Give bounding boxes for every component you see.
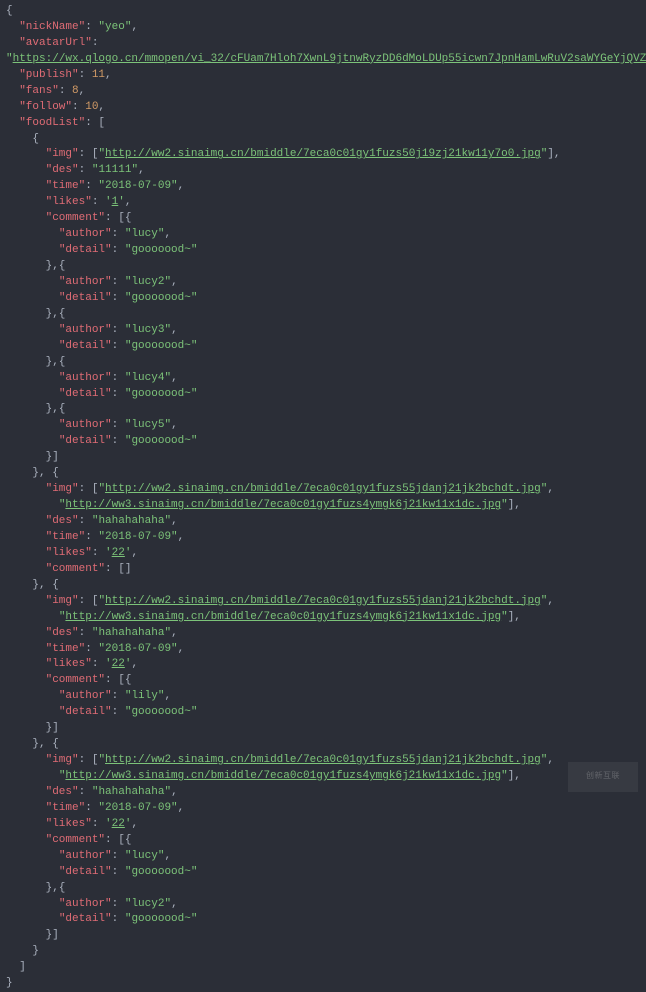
nickname-value: yeo [105, 21, 125, 33]
food3-img0-link[interactable]: http://ww2.sinaimg.cn/bmiddle/7eca0c01gy… [105, 754, 541, 766]
food2-img1-link[interactable]: http://ww3.sinaimg.cn/bmiddle/7eca0c01gy… [65, 611, 501, 623]
fans-value: 8 [72, 85, 79, 97]
food3-img1-link[interactable]: http://ww3.sinaimg.cn/bmiddle/7eca0c01gy… [65, 770, 501, 782]
avatar-url-link[interactable]: https://wx.qlogo.cn/mmopen/vi_32/cFUam7H… [13, 53, 646, 65]
food3-likes-link[interactable]: 22 [112, 818, 125, 830]
food2-img0-link[interactable]: http://ww2.sinaimg.cn/bmiddle/7eca0c01gy… [105, 595, 541, 607]
food2-likes-link[interactable]: 22 [112, 658, 125, 670]
food0-img0-link[interactable]: http://ww2.sinaimg.cn/bmiddle/7eca0c01gy… [105, 148, 541, 160]
food1-img0-link[interactable]: http://ww2.sinaimg.cn/bmiddle/7eca0c01gy… [105, 483, 541, 495]
food1-likes-link[interactable]: 22 [112, 547, 125, 559]
follow-value: 10 [85, 101, 98, 113]
food1-img1-link[interactable]: http://ww3.sinaimg.cn/bmiddle/7eca0c01gy… [65, 499, 501, 511]
watermark-logo: 创新互联 [568, 762, 638, 792]
json-code-block: { "nickName": "yeo", "avatarUrl": "https… [0, 4, 646, 992]
publish-value: 11 [92, 69, 105, 81]
